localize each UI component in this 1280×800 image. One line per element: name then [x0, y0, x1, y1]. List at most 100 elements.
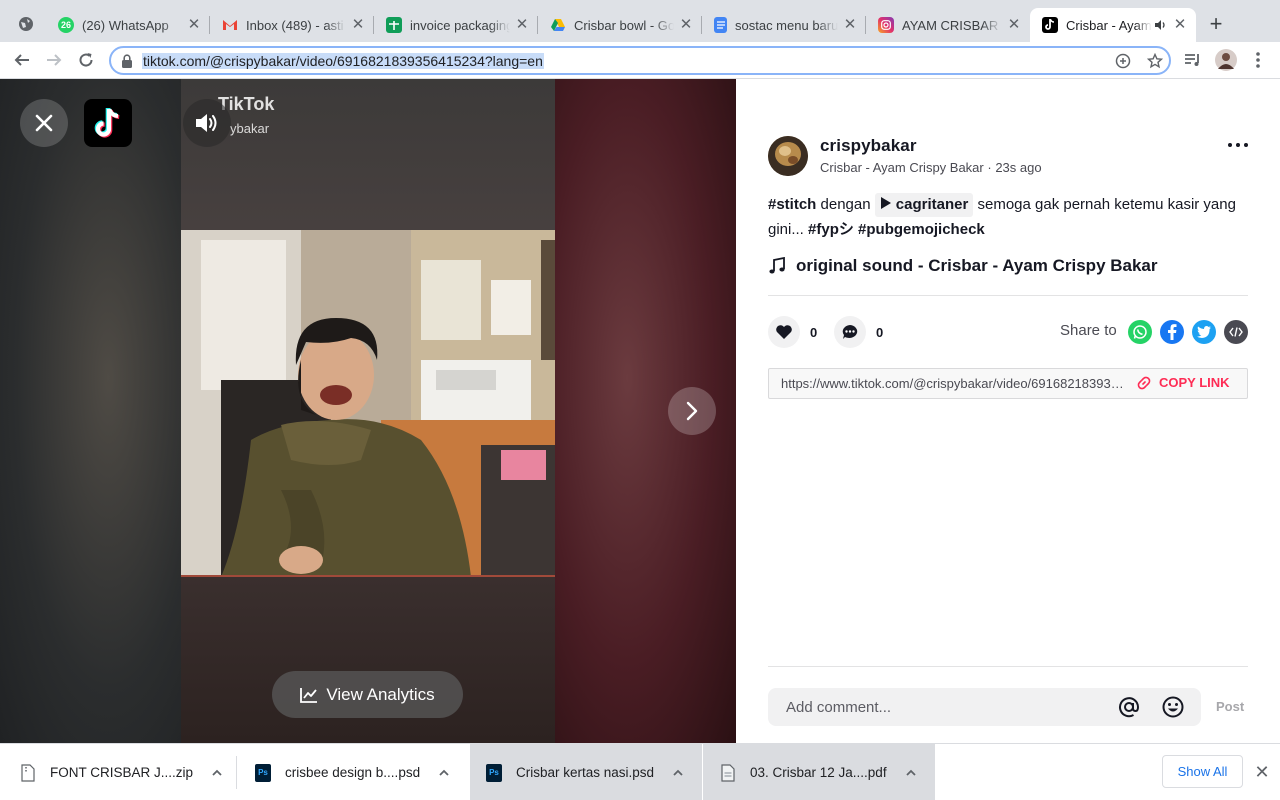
video-player-area[interactable]: TikTok ybakar View Analytics — [0, 79, 736, 743]
kebab-menu-icon — [1256, 52, 1260, 68]
close-tab-icon[interactable]: ✕ — [186, 17, 202, 33]
chrome-globe-icon[interactable] — [18, 16, 34, 32]
link-chain-icon — [1137, 376, 1151, 389]
hashtag-pubgemojicheck[interactable]: #pubgemojicheck — [858, 221, 985, 238]
dot — [1236, 143, 1240, 147]
view-analytics-button[interactable]: View Analytics — [272, 671, 463, 718]
analytics-chart-icon — [300, 687, 318, 703]
comment-bubble-icon — [842, 325, 858, 339]
pdf-file-icon — [721, 763, 735, 782]
close-tab-icon[interactable]: ✕ — [678, 17, 694, 33]
post-comment-button[interactable]: Post — [1216, 699, 1244, 714]
chevron-up-icon[interactable] — [905, 767, 917, 779]
whatsapp-icon — [1133, 325, 1147, 339]
close-download-shelf-icon[interactable]: ✕ — [1253, 763, 1271, 781]
video-caption: #stitch dengan cagritaner semoga gak per… — [768, 192, 1248, 242]
url-text[interactable]: tiktok.com/@crispybakar/video/6916821839… — [142, 53, 544, 69]
address-bar[interactable]: tiktok.com/@crispybakar/video/6916821839… — [109, 46, 1171, 75]
media-controls-button[interactable] — [1181, 48, 1205, 72]
author-display-name[interactable]: Crisbar - Ayam Crispy Bakar — [820, 160, 984, 175]
view-analytics-label: View Analytics — [326, 684, 435, 704]
back-button[interactable] — [10, 48, 34, 72]
music-link[interactable]: original sound - Crisbar - Ayam Crispy B… — [768, 256, 1158, 276]
close-tab-icon[interactable]: ✕ — [350, 17, 366, 33]
photoshop-file-icon: Ps — [255, 763, 271, 782]
forward-button[interactable] — [42, 48, 66, 72]
like-count: 0 — [810, 324, 818, 340]
close-tab-icon[interactable]: ✕ — [1006, 17, 1022, 33]
browser-menu-button[interactable] — [1246, 48, 1270, 72]
author-username[interactable]: crispybakar — [820, 136, 917, 156]
share-link-box[interactable]: https://www.tiktok.com/@crispybakar/vide… — [768, 368, 1248, 399]
hashtag-fyp[interactable]: #fypシ — [808, 221, 854, 238]
download-item-highlighted[interactable]: 03. Crisbar 12 Ja....pdf — [703, 744, 935, 800]
chevron-up-icon[interactable] — [438, 767, 450, 779]
download-item[interactable]: FONT CRISBAR J....zip — [0, 744, 236, 800]
whatsapp-icon: 26 — [58, 17, 74, 33]
tab-docs[interactable]: sostac menu baru ✕ — [702, 8, 866, 42]
mute-toggle-button[interactable] — [183, 99, 231, 147]
comment-count: 0 — [876, 324, 884, 340]
close-video-button[interactable] — [20, 99, 68, 147]
close-tab-icon[interactable]: ✕ — [842, 17, 858, 33]
tab-instagram[interactable]: AYAM CRISBAR (@ ✕ — [866, 8, 1030, 42]
close-tab-icon[interactable]: ✕ — [1172, 17, 1188, 33]
facebook-icon — [1168, 324, 1177, 340]
audio-playing-icon[interactable] — [1154, 18, 1168, 32]
share-label: Share to — [1060, 322, 1117, 339]
comment-input[interactable]: Add comment... — [768, 688, 1201, 726]
emoji-smile-icon — [1162, 696, 1184, 718]
tab-title: Crisbar bowl - Go — [574, 17, 674, 33]
tab-gmail[interactable]: Inbox (489) - asti ✕ — [210, 8, 374, 42]
download-item[interactable]: Ps crisbee design b....psd — [237, 744, 469, 800]
tab-drive[interactable]: Crisbar bowl - Go ✕ — [538, 8, 702, 42]
playlist-icon — [1185, 54, 1199, 66]
mention-at-button[interactable] — [1118, 696, 1140, 718]
caption-word: dengan — [820, 196, 871, 213]
chevron-up-icon[interactable] — [211, 767, 223, 779]
emoji-button[interactable] — [1162, 696, 1184, 718]
tiktok-logo-button[interactable] — [84, 99, 132, 147]
new-tab-button[interactable]: + — [1204, 13, 1228, 37]
avatar-icon — [1215, 49, 1237, 71]
embed-code-button[interactable] — [1224, 320, 1248, 344]
watermark-username: ybakar — [230, 121, 270, 136]
close-tab-icon[interactable]: ✕ — [514, 17, 530, 33]
share-link-url[interactable]: https://www.tiktok.com/@crispybakar/vide… — [781, 376, 1126, 391]
profile-avatar[interactable] — [1214, 48, 1238, 72]
chevron-right-icon — [686, 401, 698, 421]
like-button[interactable] — [768, 316, 800, 348]
like-stat[interactable]: 0 — [768, 316, 817, 348]
copy-link-button[interactable]: COPY LINK — [1137, 375, 1230, 390]
comment-button[interactable] — [834, 316, 866, 348]
tab-whatsapp[interactable]: 26 (26) WhatsApp ✕ — [46, 8, 210, 42]
instagram-icon — [878, 17, 894, 33]
play-icon — [880, 197, 891, 209]
share-whatsapp-button[interactable] — [1128, 320, 1152, 344]
mention-chip[interactable]: cagritaner — [874, 193, 974, 217]
reload-button[interactable] — [74, 48, 98, 72]
tab-sheets[interactable]: invoice packaging ✕ — [374, 8, 538, 42]
download-item-highlighted[interactable]: Ps Crisbar kertas nasi.psd — [470, 744, 702, 800]
lock-icon[interactable] — [121, 54, 133, 68]
chevron-up-icon[interactable] — [672, 767, 684, 779]
video-frame[interactable] — [181, 230, 555, 577]
author-avatar[interactable] — [768, 136, 808, 176]
at-sign-icon — [1119, 697, 1140, 718]
tab-tiktok-active[interactable]: Crisbar - Ayam ✕ — [1030, 8, 1196, 42]
next-video-button[interactable] — [668, 387, 716, 435]
mention-username: cagritaner — [895, 196, 969, 213]
comment-stat[interactable]: 0 — [834, 316, 883, 348]
share-facebook-button[interactable] — [1160, 320, 1184, 344]
divider — [768, 295, 1248, 296]
star-bookmark-icon[interactable] — [1147, 53, 1163, 69]
hashtag-stitch[interactable]: #stitch — [768, 196, 816, 213]
add-to-home-icon[interactable] — [1115, 53, 1131, 69]
divider — [768, 666, 1248, 667]
sound-title: original sound - Crisbar - Ayam Crispy B… — [796, 256, 1158, 275]
more-options-button[interactable] — [1228, 139, 1248, 151]
share-twitter-button[interactable] — [1192, 320, 1216, 344]
docs-icon — [714, 17, 727, 33]
show-all-downloads-button[interactable]: Show All — [1162, 755, 1243, 788]
video-still-image — [181, 230, 555, 577]
